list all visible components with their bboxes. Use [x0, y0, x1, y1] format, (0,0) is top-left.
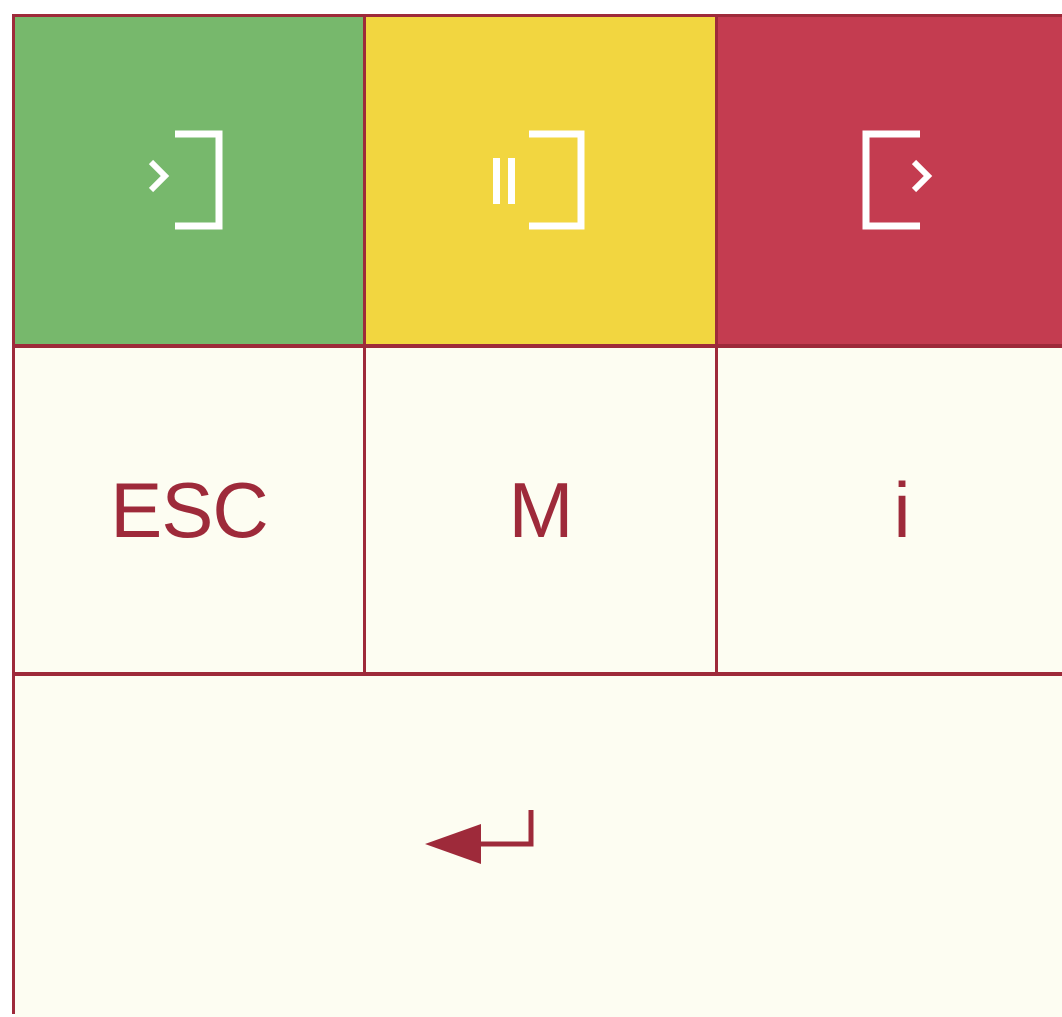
pause-icon — [492, 130, 584, 229]
m-key-label: M — [508, 466, 574, 554]
clock-out-icon — [862, 130, 932, 229]
esc-key-label: ESC — [110, 466, 268, 554]
enter-arrow-icon — [425, 809, 534, 864]
info-key[interactable]: i — [718, 348, 1062, 672]
info-key-label: i — [893, 466, 910, 554]
esc-key[interactable]: ESC — [15, 348, 363, 672]
m-key[interactable]: M — [366, 348, 715, 672]
clock-in-icon — [148, 130, 223, 229]
pause-key[interactable] — [366, 17, 715, 344]
clock-in-key[interactable] — [15, 17, 363, 344]
clock-out-key[interactable] — [718, 17, 1062, 344]
keypad: ESC M i — [12, 14, 1062, 1017]
enter-key[interactable] — [15, 676, 1062, 1017]
